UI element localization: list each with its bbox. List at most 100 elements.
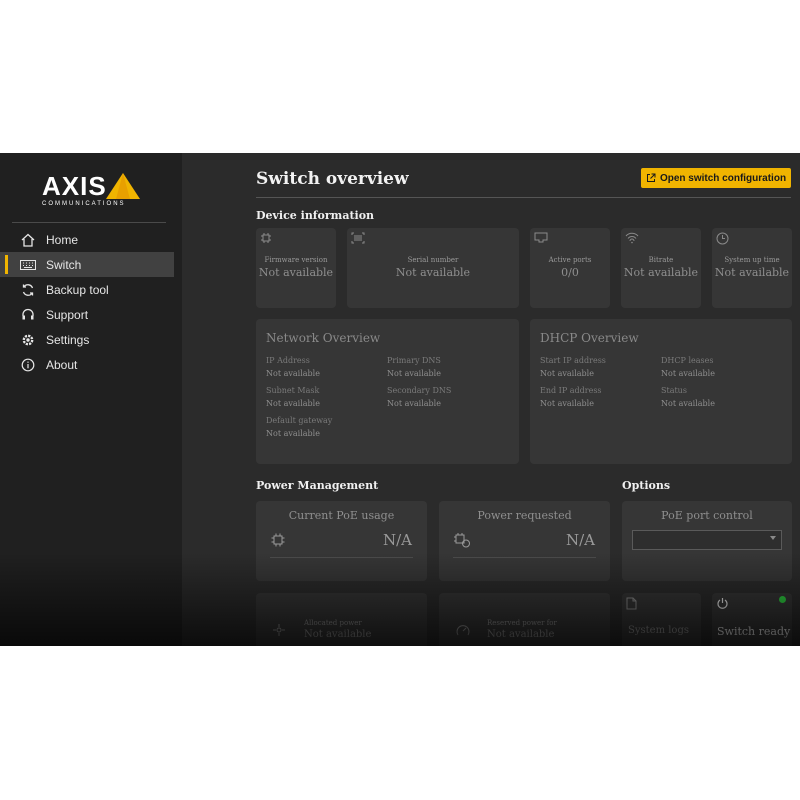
system-logs-label: System logs (628, 625, 689, 636)
network-overview-title: Network Overview (266, 331, 381, 345)
active-ports-card: Active ports 0/0 (530, 228, 610, 308)
clock-icon (716, 232, 729, 245)
primary-dns-field: Primary DNS Not available (387, 356, 441, 378)
sidebar-divider (12, 222, 166, 223)
card-label: Serial number (407, 256, 459, 264)
sidebar-item-label: Settings (46, 332, 90, 347)
field-label: Default gateway (266, 416, 333, 425)
sidebar-nav: Home Switch Backup tool Support Settings… (0, 227, 182, 377)
keyboard-icon (20, 257, 36, 273)
ip-address-field: IP Address Not available (266, 356, 320, 378)
logo-text: AXIS (42, 171, 107, 201)
card-value: Not available (258, 266, 334, 279)
default-gateway-field: Default gateway Not available (266, 416, 332, 438)
external-link-icon (646, 173, 656, 182)
document-icon (626, 597, 637, 610)
sidebar: AXIS COMMUNICATIONS Home Switch Backup t… (0, 153, 182, 646)
port-icon (534, 232, 548, 243)
card-value: Not available (623, 266, 699, 279)
poe-port-control-card: PoE port control (622, 501, 792, 581)
open-switch-configuration-button[interactable]: Open switch configuration (641, 168, 791, 188)
card-label: Bitrate (648, 256, 674, 264)
card-value: 0/0 (561, 266, 579, 279)
barcode-icon (351, 232, 365, 244)
field-value: Not available (266, 399, 320, 408)
field-label: Subnet Mask (266, 386, 320, 395)
start-ip-field: Start IP address Not available (540, 356, 606, 378)
current-poe-usage-card: Current PoE usage N/A (256, 501, 427, 581)
card-label: Active ports (548, 256, 592, 264)
field-value: Not available (266, 369, 320, 378)
field-label: End IP address (540, 386, 602, 395)
sidebar-item-label: Support (46, 307, 89, 322)
info-icon (20, 357, 36, 373)
field-label: DHCP leases (661, 356, 714, 365)
gear-icon (20, 332, 36, 348)
sidebar-item-label: Home (46, 232, 79, 247)
sidebar-item-about[interactable]: About (0, 352, 174, 377)
switch-status-card: Switch ready (712, 593, 792, 646)
allocated-power-label: Allocated power (304, 619, 362, 627)
network-node-icon (273, 624, 285, 636)
field-value: Not available (266, 429, 320, 438)
axis-logo: AXIS COMMUNICATIONS (42, 171, 142, 211)
reserved-power-value: Not available (487, 629, 555, 640)
sidebar-item-backup-tool[interactable]: Backup tool (0, 277, 174, 302)
page-title: Switch overview (256, 169, 409, 189)
sidebar-item-label: Switch (46, 257, 82, 272)
system-up-time-card: System up time Not available (712, 228, 792, 308)
power-chip-icon (454, 533, 470, 548)
subnet-mask-field: Subnet Mask Not available (266, 386, 320, 408)
sidebar-item-support[interactable]: Support (0, 302, 174, 327)
title-divider (256, 197, 791, 198)
status-indicator-dot (779, 596, 786, 603)
app-window: AXIS COMMUNICATIONS Home Switch Backup t… (0, 153, 800, 646)
field-label: Start IP address (540, 356, 606, 365)
poe-port-control-select[interactable] (632, 530, 782, 550)
main-content: Switch overview Open switch configuratio… (183, 153, 800, 646)
divider (270, 557, 413, 558)
serial-number-card: Serial number Not available (347, 228, 519, 308)
logo-triangle-icon (106, 173, 140, 199)
field-label: IP Address (266, 356, 310, 365)
dhcp-leases-field: DHCP leases Not available (661, 356, 715, 378)
switch-status-label: Switch ready (717, 625, 791, 638)
power-requested-card: Power requested N/A (439, 501, 610, 581)
card-label: System up time (724, 256, 780, 264)
wifi-icon (625, 232, 639, 244)
logo-subtitle: COMMUNICATIONS (42, 201, 126, 207)
system-logs-card[interactable]: System logs (622, 593, 701, 646)
power-icon (717, 598, 728, 609)
card-label: Firmware version (264, 256, 328, 264)
divider (453, 557, 596, 558)
firmware-version-card: Firmware version Not available (256, 228, 336, 308)
sync-icon (20, 282, 36, 298)
reserved-power-label: Reserved power for (487, 619, 557, 627)
allocated-power-value: Not available (304, 629, 372, 640)
headset-icon (20, 307, 36, 323)
sidebar-item-home[interactable]: Home (0, 227, 174, 252)
network-overview-panel: Network Overview IP Address Not availabl… (256, 319, 519, 464)
current-poe-usage-value: N/A (382, 531, 412, 549)
secondary-dns-field: Secondary DNS Not available (387, 386, 451, 408)
home-icon (20, 232, 36, 248)
dhcp-overview-title: DHCP Overview (540, 331, 639, 345)
current-poe-usage-label: Current PoE usage (288, 509, 395, 522)
field-value: Not available (661, 399, 715, 408)
sidebar-item-settings[interactable]: Settings (0, 327, 174, 352)
sidebar-item-label: About (46, 357, 78, 372)
field-label: Secondary DNS (387, 386, 452, 395)
chip-icon (261, 233, 271, 243)
poe-port-control-label: PoE port control (661, 509, 753, 522)
end-ip-field: End IP address Not available (540, 386, 602, 408)
options-heading: Options (622, 479, 671, 492)
field-label: Status (661, 386, 687, 395)
sidebar-item-label: Backup tool (46, 282, 109, 297)
field-value: Not available (661, 369, 715, 378)
allocated-power-card: Allocated power Not available (256, 593, 427, 646)
field-value: Not available (387, 369, 441, 378)
field-value: Not available (540, 369, 594, 378)
reserved-power-card: Reserved power for Not available (439, 593, 610, 646)
card-value: Not available (714, 266, 790, 279)
sidebar-item-switch[interactable]: Switch (0, 252, 174, 277)
